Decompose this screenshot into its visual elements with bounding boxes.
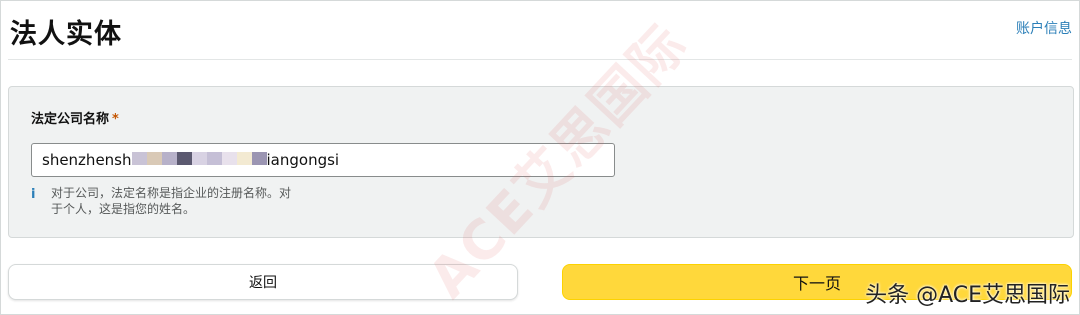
legal-name-form: 法定公司名称 * shenzhensh iangongsi i 对于公司，法定名称是… (8, 86, 1074, 238)
input-value-prefix: shenzhensh (42, 151, 132, 169)
redacted-block (221, 152, 237, 165)
legal-name-input[interactable]: shenzhensh iangongsi (31, 143, 615, 177)
redacted-block (131, 152, 147, 165)
redacted-block (161, 152, 177, 165)
account-info-link[interactable]: 账户信息 (1016, 18, 1072, 38)
redacted-mask (131, 151, 267, 169)
header-divider (8, 59, 1072, 60)
legal-name-label-text: 法定公司名称 (31, 112, 110, 127)
legal-name-label: 法定公司名称 * (31, 108, 119, 127)
hint-text: 对于公司，法定名称是指企业的注册名称。对于个人，这是指您的姓名。 (51, 186, 292, 216)
redacted-block (191, 152, 207, 165)
redacted-block (251, 152, 267, 165)
redacted-block (206, 152, 222, 165)
redacted-block (236, 152, 252, 165)
page-title: 法人实体 (10, 19, 122, 50)
redacted-block (176, 152, 192, 165)
required-star: * (112, 112, 119, 127)
back-button[interactable]: 返回 (8, 264, 518, 300)
field-hint: i 对于公司，法定名称是指企业的注册名称。对于个人，这是指您的姓名。 (31, 185, 301, 217)
redacted-block (146, 152, 162, 165)
info-icon: i (31, 187, 36, 202)
input-value-suffix: iangongsi (266, 151, 340, 169)
watermark-corner: 头条 @ACE艾思国际 (865, 283, 1070, 308)
